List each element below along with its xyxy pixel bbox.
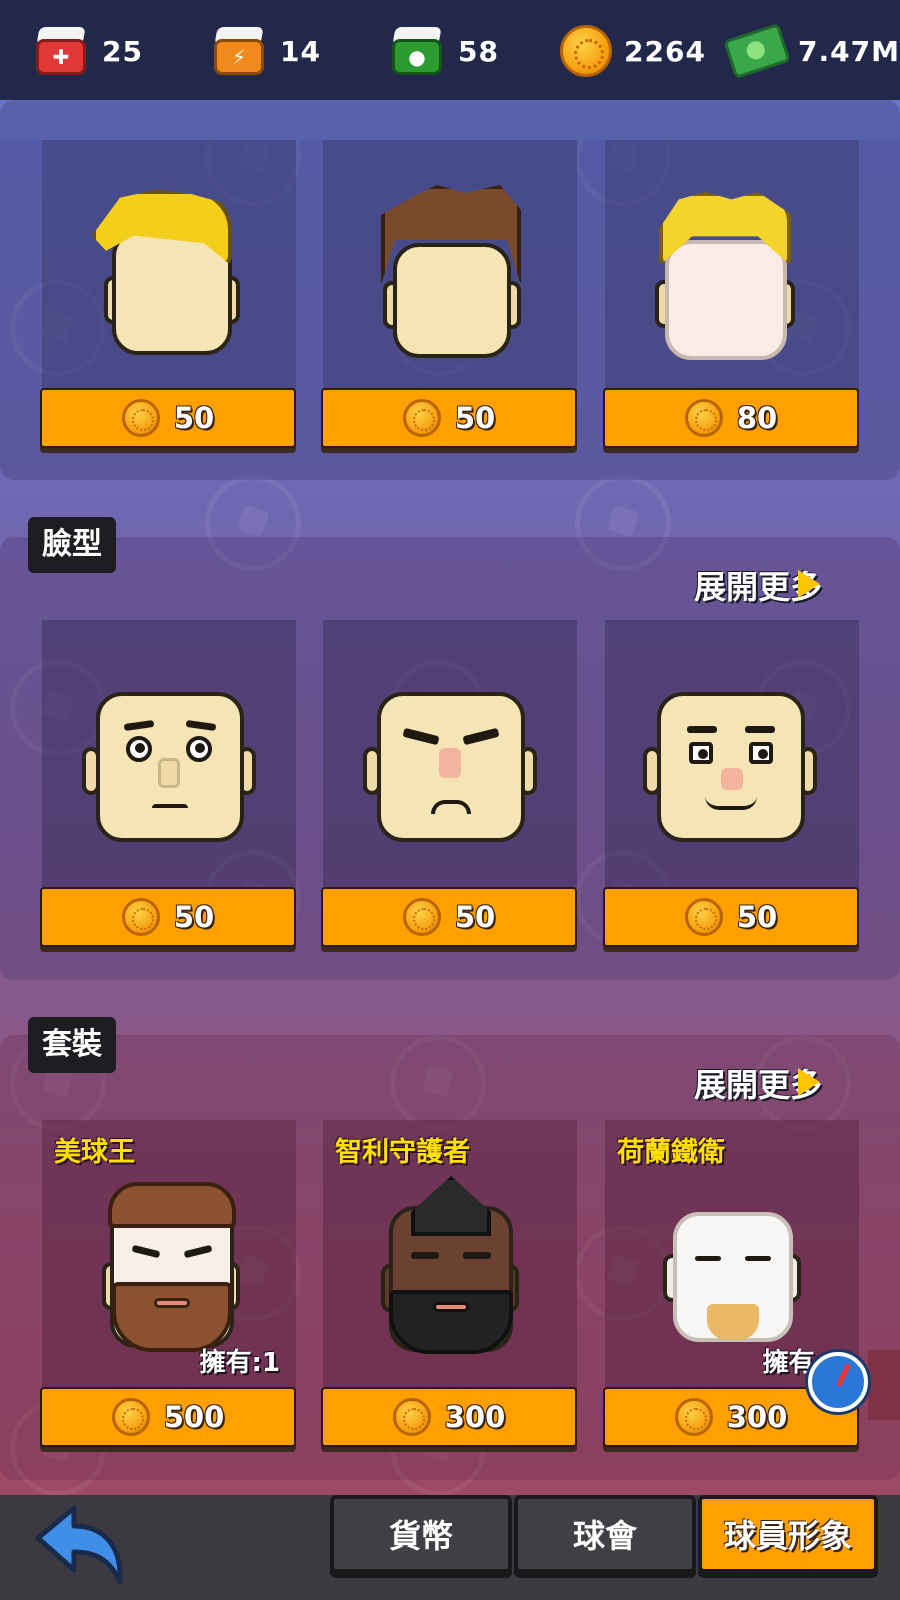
tab-club[interactable]: 球會 xyxy=(514,1495,696,1573)
gold-coin-icon xyxy=(684,399,723,437)
hair-item-card[interactable] xyxy=(605,140,859,398)
gold-coin-icon xyxy=(111,1398,150,1436)
hair-item-card[interactable] xyxy=(42,140,296,398)
outfit-name: 美球王 xyxy=(54,1137,135,1168)
gold-coin-icon xyxy=(402,399,441,437)
back-button[interactable] xyxy=(30,1500,130,1590)
face-preview-worried xyxy=(82,692,258,847)
face-buy-button[interactable]: 50 xyxy=(603,887,859,947)
resource-orange-count: 14 xyxy=(280,34,321,68)
face-price: 50 xyxy=(173,900,215,934)
resource-coins[interactable]: 2264 xyxy=(560,22,706,80)
tab-player-appearance[interactable]: 球員形象 xyxy=(698,1495,878,1573)
cash-count: 7.47M xyxy=(798,34,900,68)
gold-coin-icon xyxy=(402,898,441,936)
timer-tab[interactable] xyxy=(868,1350,900,1420)
face-price: 50 xyxy=(736,900,778,934)
hair-price: 50 xyxy=(173,401,215,435)
resource-green-count: 58 xyxy=(458,34,499,68)
hair-price: 80 xyxy=(736,401,778,435)
outfit-price: 500 xyxy=(163,1400,225,1434)
outfit-preview-bearded xyxy=(102,1182,242,1357)
outfit-buy-button[interactable]: 500 xyxy=(40,1387,296,1447)
hair-buy-button[interactable]: 50 xyxy=(40,388,296,448)
orange-energy-cube-icon: ⚡ xyxy=(210,25,268,77)
outfit-item-card[interactable]: 荷蘭鐵衛 擁有:1 xyxy=(605,1120,859,1390)
face-item-card[interactable] xyxy=(605,620,859,890)
gold-coin-icon xyxy=(674,1398,713,1436)
coin-count: 2264 xyxy=(624,34,706,68)
outfit-item-card[interactable]: 智利守護者 xyxy=(323,1120,577,1390)
face-preview-angry xyxy=(363,692,539,847)
hair-buy-button[interactable]: 80 xyxy=(603,388,859,448)
hair-price: 50 xyxy=(454,401,496,435)
face-item-card[interactable] xyxy=(42,620,296,890)
outfit-item-card[interactable]: 美球王 擁有:1 xyxy=(42,1120,296,1390)
outfit-preview-mohawk xyxy=(381,1176,521,1356)
red-medkit-cube-icon: ✚ xyxy=(32,25,90,77)
resource-green-cube[interactable]: ● 58 xyxy=(388,22,499,80)
outfit-owned-count: 擁有:1 xyxy=(199,1348,281,1378)
hair-preview-blonde xyxy=(92,190,242,360)
face-buy-button[interactable]: 50 xyxy=(40,887,296,947)
gold-coin-icon xyxy=(684,898,723,936)
green-cube-icon: ● xyxy=(388,25,446,77)
back-arrow-icon xyxy=(35,1505,123,1585)
resource-red-count: 25 xyxy=(102,34,143,68)
outfit-price: 300 xyxy=(444,1400,506,1434)
hair-item-card[interactable] xyxy=(323,140,577,398)
outfit-name: 荷蘭鐵衛 xyxy=(617,1137,725,1168)
outfit-preview-bald xyxy=(663,1212,803,1352)
face-section-title: 臉型 xyxy=(28,517,116,573)
resource-orange-cube[interactable]: ⚡ 14 xyxy=(210,22,321,80)
outfit-buy-button[interactable]: 300 xyxy=(321,1387,577,1447)
face-preview-smile xyxy=(643,692,819,847)
hair-buy-button[interactable]: 50 xyxy=(321,388,577,448)
play-arrow-icon[interactable] xyxy=(798,1068,820,1096)
face-buy-button[interactable]: 50 xyxy=(321,887,577,947)
play-arrow-icon[interactable] xyxy=(798,570,820,598)
cash-icon xyxy=(723,23,791,79)
face-item-card[interactable] xyxy=(323,620,577,890)
gold-coin-icon xyxy=(560,25,612,77)
tab-currency[interactable]: 貨幣 xyxy=(330,1495,512,1573)
resource-red-cube[interactable]: ✚ 25 xyxy=(32,22,143,80)
resource-cash[interactable]: 7.47M xyxy=(723,22,900,80)
gold-coin-icon xyxy=(121,399,160,437)
hair-preview-blonde-spiky xyxy=(655,192,795,362)
stopwatch-icon[interactable] xyxy=(808,1352,868,1412)
outfit-name: 智利守護者 xyxy=(335,1137,470,1168)
face-price: 50 xyxy=(454,900,496,934)
outfit-price: 300 xyxy=(726,1400,788,1434)
currency-bar: ✚ 25 ⚡ 14 ● 58 2264 7.47M xyxy=(0,0,900,100)
hair-preview-brown xyxy=(381,185,521,360)
gold-coin-icon xyxy=(121,898,160,936)
outfit-section-title: 套裝 xyxy=(28,1017,116,1073)
gold-coin-icon xyxy=(392,1398,431,1436)
